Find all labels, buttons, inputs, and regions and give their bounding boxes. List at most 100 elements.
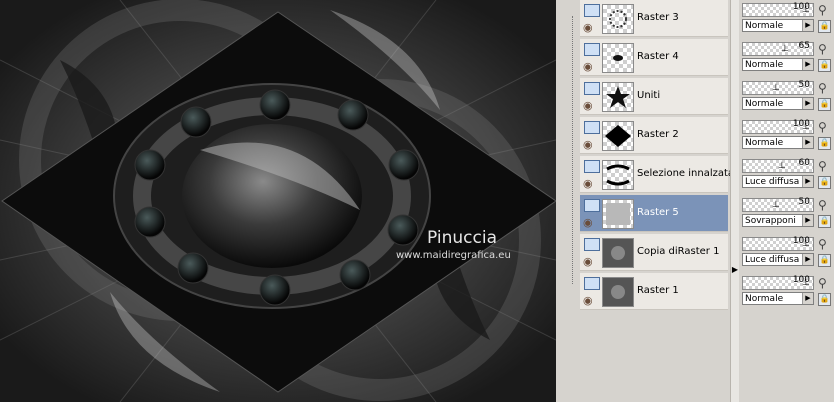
eye-icon[interactable]: ◉ [583, 217, 593, 228]
blend-mode-label: Normale [745, 138, 784, 148]
link-icon[interactable]: ⚲ [818, 276, 827, 290]
layer-row[interactable]: ◉ Raster 4 [580, 39, 728, 76]
layer-properties: ⊥ 50 Sovrapponi ▶ ⚲ 🔒 [740, 195, 834, 234]
raster-layer-icon[interactable] [584, 4, 600, 17]
link-icon[interactable]: ⚲ [818, 159, 827, 173]
lock-icon[interactable]: 🔒 [818, 137, 831, 150]
lock-icon[interactable]: 🔒 [818, 20, 831, 33]
layer-thumbnail[interactable] [602, 82, 634, 112]
lock-icon[interactable]: 🔒 [818, 215, 831, 228]
raster-layer-icon[interactable] [584, 43, 600, 56]
link-icon[interactable]: ⚲ [818, 81, 827, 95]
layer-name[interactable]: Raster 1 [637, 285, 679, 296]
layer-thumbnail[interactable] [602, 43, 634, 73]
blend-mode-select[interactable]: Normale ▶ [742, 292, 814, 305]
opacity-value: 100 [792, 119, 810, 129]
opacity-marker-icon[interactable]: ⊥ [778, 161, 786, 171]
link-icon[interactable]: ⚲ [818, 42, 827, 56]
raster-layer-icon[interactable] [584, 277, 600, 290]
link-icon[interactable]: ⚲ [818, 198, 827, 212]
triangle-right-icon[interactable]: ▶ [802, 254, 813, 265]
lock-icon[interactable]: 🔒 [818, 293, 831, 306]
artwork [0, 0, 556, 402]
triangle-right-icon[interactable]: ▶ [802, 215, 813, 226]
opacity-value: 100 [792, 236, 810, 246]
layer-thumbnail[interactable] [602, 238, 634, 268]
link-icon[interactable]: ⚲ [818, 120, 827, 134]
layer-name[interactable]: Selezione innalzata [637, 168, 734, 179]
blend-mode-label: Luce diffusa [745, 177, 800, 187]
opacity-marker-icon[interactable]: ⊥ [772, 200, 780, 210]
blend-mode-label: Normale [745, 21, 784, 31]
blend-mode-select[interactable]: Normale ▶ [742, 58, 814, 71]
layer-row[interactable]: ◉ Raster 1 [580, 273, 728, 310]
eye-icon[interactable]: ◉ [583, 178, 593, 189]
eye-icon[interactable]: ◉ [583, 295, 593, 306]
triangle-right-icon[interactable]: ▶ [802, 137, 813, 148]
triangle-right-icon[interactable]: ▶ [802, 59, 813, 70]
layer-tree-line [572, 16, 574, 284]
lock-icon[interactable]: 🔒 [818, 176, 831, 189]
blend-mode-select[interactable]: Luce diffusa ▶ [742, 253, 814, 266]
layer-thumbnail[interactable] [602, 4, 634, 34]
opacity-value: 65 [798, 41, 810, 51]
link-icon[interactable]: ⚲ [818, 237, 827, 251]
blend-mode-select[interactable]: Normale ▶ [742, 97, 814, 110]
eye-icon[interactable]: ◉ [583, 256, 593, 267]
eye-icon[interactable]: ◉ [583, 139, 593, 150]
blend-mode-select[interactable]: Luce diffusa ▶ [742, 175, 814, 188]
layer-name[interactable]: Raster 5 [637, 207, 679, 218]
triangle-right-icon[interactable]: ▶ [802, 293, 813, 304]
layer-name[interactable]: Raster 3 [637, 12, 679, 23]
image-canvas[interactable]: Pinuccia www.maidiregrafica.eu [0, 0, 556, 402]
opacity-marker-icon[interactable]: ⊥ [772, 83, 780, 93]
lock-icon[interactable]: 🔒 [818, 98, 831, 111]
layer-thumbnail[interactable] [602, 277, 634, 307]
layer-properties: ⊥ 100 Normale ▶ ⚲ 🔒 [740, 273, 834, 312]
layer-name[interactable]: Copia diRaster 1 [637, 246, 719, 257]
layer-row[interactable]: ◉ Selezione innalzata [580, 156, 734, 193]
triangle-right-icon[interactable]: ▶ [802, 176, 813, 187]
blend-mode-select[interactable]: Normale ▶ [742, 19, 814, 32]
raster-layer-icon[interactable] [584, 121, 600, 134]
opacity-value: 100 [792, 2, 810, 12]
blend-mode-label: Sovrapponi [745, 216, 796, 226]
raster-layer-icon[interactable] [584, 238, 600, 251]
layer-thumbnail[interactable] [602, 121, 634, 151]
layer-thumbnail[interactable] [602, 160, 634, 190]
opacity-marker-icon[interactable]: ⊥ [781, 44, 789, 54]
blend-mode-label: Normale [745, 294, 784, 304]
layer-row[interactable]: ◉ Uniti [580, 78, 728, 115]
eye-icon[interactable]: ◉ [583, 61, 593, 72]
watermark-url: www.maidiregrafica.eu [396, 250, 511, 261]
layer-row[interactable]: ◉ Raster 5 [580, 195, 728, 232]
layer-properties: ⊥ 65 Normale ▶ ⚲ 🔒 [740, 39, 834, 78]
layer-name[interactable]: Raster 2 [637, 129, 679, 140]
triangle-right-icon[interactable]: ▶ [802, 98, 813, 109]
layer-properties: ⊥ 100 Normale ▶ ⚲ 🔒 [740, 0, 834, 39]
layer-row[interactable]: ◉ Copia diRaster 1 [580, 234, 728, 271]
blend-mode-select[interactable]: Normale ▶ [742, 136, 814, 149]
layer-properties: ⊥ 60 Luce diffusa ▶ ⚲ 🔒 [740, 156, 834, 195]
panel-scrollbar[interactable] [730, 0, 739, 402]
layer-name[interactable]: Raster 4 [637, 51, 679, 62]
eye-icon[interactable]: ◉ [583, 22, 593, 33]
layer-thumbnail[interactable] [602, 199, 634, 229]
blend-mode-label: Normale [745, 60, 784, 70]
blend-mode-select[interactable]: Sovrapponi ▶ [742, 214, 814, 227]
triangle-right-icon[interactable]: ▶ [802, 20, 813, 31]
layer-row[interactable]: ◉ Raster 3 [580, 0, 728, 37]
link-icon[interactable]: ⚲ [818, 3, 827, 17]
raster-layer-icon[interactable] [584, 199, 600, 212]
lock-icon[interactable]: 🔒 [818, 59, 831, 72]
lock-icon[interactable]: 🔒 [818, 254, 831, 267]
raster-layer-icon[interactable] [584, 160, 600, 173]
eye-icon[interactable]: ◉ [583, 100, 593, 111]
expand-arrow-icon[interactable]: ▶ [731, 263, 739, 277]
layer-row[interactable]: ◉ Raster 2 [580, 117, 728, 154]
layer-properties: ⊥ 50 Normale ▶ ⚲ 🔒 [740, 78, 834, 117]
layer-properties: ⊥ 100 Luce diffusa ▶ ⚲ 🔒 [740, 234, 834, 273]
opacity-value: 50 [798, 80, 810, 90]
raster-layer-icon[interactable] [584, 82, 600, 95]
layer-name[interactable]: Uniti [637, 90, 660, 101]
